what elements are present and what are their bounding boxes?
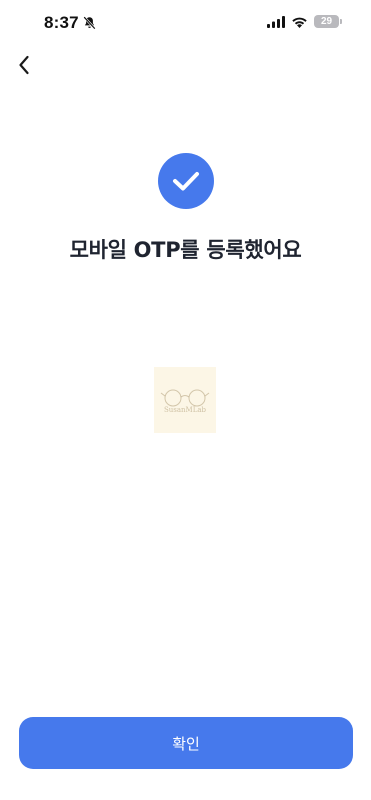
watermark-text: SusanMLab	[163, 406, 207, 414]
glasses-icon	[160, 389, 210, 407]
page-title: 모바일 OTP를 등록했어요	[69, 238, 302, 262]
status-bar: 8:37 29	[0, 0, 371, 46]
bell-slash-icon	[83, 16, 96, 30]
confirm-button[interactable]: 확인	[19, 717, 353, 769]
battery-level: 29	[320, 15, 333, 27]
status-icons: 29	[267, 15, 342, 28]
check-circle-icon	[158, 153, 214, 209]
back-button[interactable]	[12, 52, 36, 78]
check-icon	[173, 172, 199, 191]
chevron-left-icon	[19, 55, 29, 75]
watermark: SusanMLab	[154, 367, 216, 433]
status-time: 8:37	[44, 13, 79, 32]
wifi-icon	[292, 17, 307, 28]
signal-bars-icon	[267, 15, 285, 28]
status-time-group: 8:37	[44, 13, 96, 33]
battery-icon: 29	[314, 15, 342, 28]
